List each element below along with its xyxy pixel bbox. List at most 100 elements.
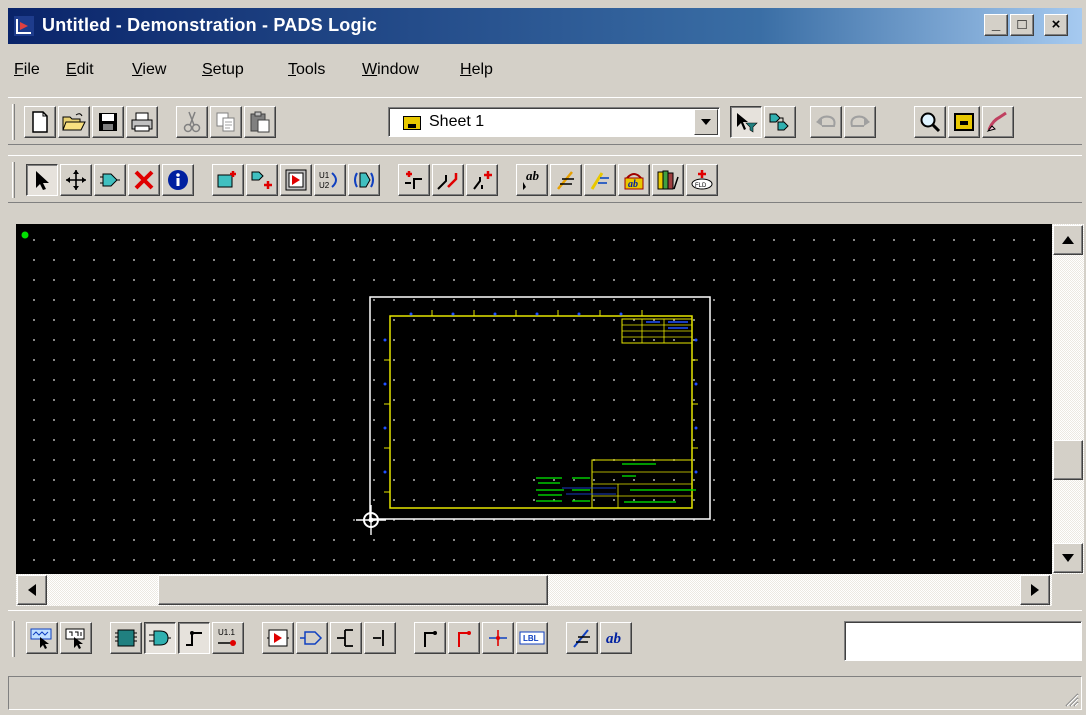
select-text-filter-button[interactable]: ab (600, 622, 632, 654)
svg-text:ab: ab (526, 169, 540, 183)
scroll-left-button[interactable] (17, 575, 47, 605)
origin-marker (21, 231, 29, 239)
add-part-type-icon (251, 171, 272, 189)
add-bus-button[interactable] (432, 164, 464, 196)
select-corner-filter-button[interactable] (414, 622, 446, 654)
paste-button[interactable] (244, 106, 276, 138)
new-button[interactable] (24, 106, 56, 138)
svg-text:U1: U1 (319, 171, 330, 180)
select-junction-filter-button[interactable] (482, 622, 514, 654)
scroll-up-button[interactable] (1053, 225, 1083, 255)
print-button[interactable] (126, 106, 158, 138)
copy-button[interactable] (210, 106, 242, 138)
net-label-icon: LBL (519, 631, 545, 645)
close-button[interactable]: × (1044, 14, 1068, 36)
select-connection-filter-button[interactable] (330, 622, 362, 654)
add-connection-button[interactable] (398, 164, 430, 196)
command-input[interactable] (844, 621, 1082, 661)
sheet-icon (403, 116, 421, 130)
horizontal-scroll-thumb[interactable] (158, 575, 548, 605)
vertical-scroll-thumb[interactable] (1053, 440, 1083, 480)
add-part-type-button[interactable] (246, 164, 278, 196)
select-parts-filter-button[interactable] (110, 622, 142, 654)
svg-text:FLD: FLD (695, 183, 707, 189)
field-button[interactable]: FLD (686, 164, 718, 196)
select-net-filter-button[interactable] (448, 622, 480, 654)
add-net-label-button[interactable] (466, 164, 498, 196)
toolbar-grip[interactable] (12, 621, 15, 657)
junction-icon (489, 630, 507, 646)
scroll-down-button[interactable] (1053, 543, 1083, 573)
redraw-button[interactable] (982, 106, 1014, 138)
sheet-properties-button[interactable] (948, 106, 980, 138)
select-pins-filter-button[interactable] (178, 622, 210, 654)
sheet-dropdown-button[interactable] (694, 109, 718, 135)
scroll-right-button[interactable] (1020, 575, 1050, 605)
text-button[interactable]: ab (618, 164, 650, 196)
segment-icon (373, 630, 384, 646)
resize-grip-icon[interactable] (1061, 689, 1079, 707)
sheet-properties-icon (954, 113, 974, 131)
off-page-icon (300, 631, 323, 645)
minimize-button[interactable]: _ (984, 14, 1008, 36)
library-icon (657, 170, 679, 190)
add-component-button[interactable] (212, 164, 244, 196)
library-button[interactable] (652, 164, 684, 196)
select-filter-button[interactable] (730, 106, 762, 138)
minimize-icon: _ (991, 16, 1001, 33)
u11-label: U1.1 (218, 628, 235, 637)
swap-pins-button[interactable] (348, 164, 380, 196)
menu-file[interactable]: File (14, 61, 40, 79)
menu-edit[interactable]: Edit (66, 61, 94, 79)
redo-button[interactable] (844, 106, 876, 138)
select-lines-filter-button[interactable] (566, 622, 598, 654)
pin-number-icon: U1.1 (218, 628, 236, 646)
maximize-button[interactable]: □ (1010, 14, 1034, 36)
vertical-scrollbar[interactable] (1052, 224, 1084, 574)
corner-icon (424, 631, 437, 647)
add-text-button[interactable]: ab (516, 164, 548, 196)
select-off-page-filter-button[interactable] (296, 622, 328, 654)
open-button[interactable] (58, 106, 90, 138)
pin-icon (186, 631, 202, 646)
move-button[interactable] (60, 164, 92, 196)
toolbar-grip[interactable] (12, 104, 15, 140)
cut-button[interactable] (176, 106, 208, 138)
delete-button[interactable] (128, 164, 160, 196)
add-sheet-icon (285, 169, 307, 191)
horizontal-scrollbar[interactable] (16, 574, 1052, 606)
select-net-label-filter-button[interactable]: LBL (516, 622, 548, 654)
select-mode-button[interactable] (26, 164, 58, 196)
save-icon (99, 113, 117, 131)
text-filter-icon: ab (606, 631, 622, 647)
toolbar-grip[interactable] (12, 162, 15, 198)
schematic-canvas[interactable] (16, 224, 1052, 574)
save-button[interactable] (92, 106, 124, 138)
select-gates-filter-button[interactable] (144, 622, 176, 654)
add-part-button[interactable] (94, 164, 126, 196)
select-anything-button[interactable] (26, 622, 58, 654)
select-pin-number-filter-button[interactable]: U1.1 (212, 622, 244, 654)
select-segment-filter-button[interactable] (364, 622, 396, 654)
add-component-icon (217, 171, 236, 188)
ab-label: ab (606, 631, 622, 647)
design-toolbar-icon (769, 113, 789, 131)
sheet-selector[interactable]: Sheet 1 (388, 107, 720, 137)
menu-tools[interactable]: Tools (288, 61, 325, 79)
swap-gates-icon: U1U2 (319, 171, 337, 190)
add-field-button[interactable] (584, 164, 616, 196)
select-components-filter-button[interactable] (60, 622, 92, 654)
query-button[interactable] (162, 164, 194, 196)
menu-view[interactable]: View (132, 61, 166, 79)
design-toolbar-button[interactable] (764, 106, 796, 138)
menu-setup[interactable]: Setup (202, 61, 244, 79)
arrow-right-icon (1031, 584, 1039, 596)
add-sheet-button[interactable] (280, 164, 312, 196)
menu-window[interactable]: Window (362, 61, 419, 79)
menu-help[interactable]: Help (460, 61, 493, 79)
undo-button[interactable] (810, 106, 842, 138)
zoom-button[interactable] (914, 106, 946, 138)
swap-gates-button[interactable]: U1 U2 (314, 164, 346, 196)
add-2d-line-button[interactable] (550, 164, 582, 196)
select-hierarchical-filter-button[interactable] (262, 622, 294, 654)
